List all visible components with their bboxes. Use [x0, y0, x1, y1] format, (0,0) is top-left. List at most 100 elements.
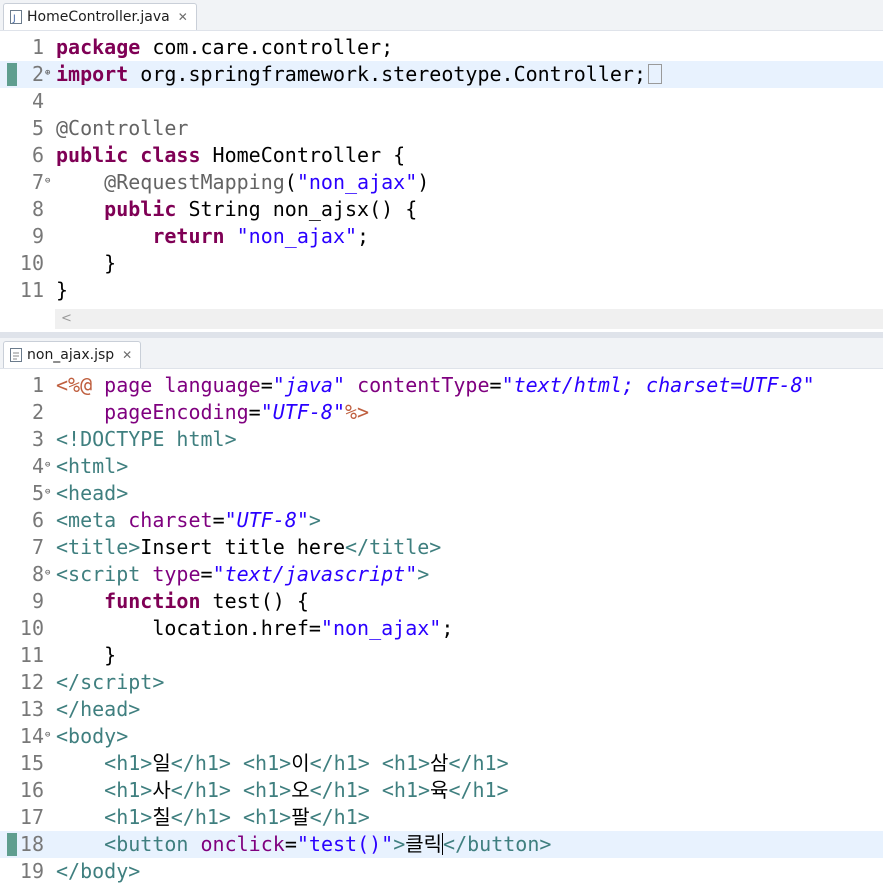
code-text[interactable]: <h1>일</h1> <h1>이</h1> <h1>삼</h1>: [56, 750, 508, 777]
code-text[interactable]: package com.care.controller;: [56, 34, 393, 61]
scroll-left-icon[interactable]: <: [61, 309, 72, 329]
line-number: 2: [31, 62, 44, 86]
code-line[interactable]: 9 function test() {: [0, 588, 883, 615]
code-text[interactable]: </head>: [56, 696, 140, 723]
line-number: 10: [19, 616, 44, 640]
code-text[interactable]: <meta charset="UTF-8">: [56, 507, 321, 534]
fold-collapse-icon[interactable]: ⊖: [45, 561, 50, 585]
fold-collapse-icon[interactable]: ⊖: [45, 723, 50, 747]
code-line[interactable]: 7 <title>Insert title here</title>: [0, 534, 883, 561]
code-line[interactable]: 10 location.href="non_ajax";: [0, 615, 883, 642]
code-text[interactable]: <head>: [56, 480, 128, 507]
code-text[interactable]: <h1>칠</h1> <h1>팔</h1>: [56, 804, 370, 831]
code-line[interactable]: 8 ⊖ <script type="text/javascript">: [0, 561, 883, 588]
code-text[interactable]: }: [56, 277, 68, 304]
code-line[interactable]: 4: [0, 88, 883, 115]
code-line[interactable]: 11}: [0, 277, 883, 304]
java-file-icon: J: [10, 10, 22, 24]
code-text[interactable]: </body>: [56, 858, 140, 885]
code-text[interactable]: </script>: [56, 669, 164, 696]
line-number: 8: [31, 197, 44, 221]
code-text[interactable]: }: [56, 642, 116, 669]
line-number: 10: [19, 251, 44, 275]
code-line[interactable]: 4 ⊖ <html>: [0, 453, 883, 480]
code-text[interactable]: <h1>사</h1> <h1>오</h1> <h1>육</h1>: [56, 777, 508, 804]
jsp-code-area[interactable]: 1 <%@ page language="java" contentType="t…: [0, 372, 883, 885]
code-line[interactable]: 8 public String non_ajsx() {: [0, 196, 883, 223]
code-text[interactable]: <title>Insert title here</title>: [56, 534, 441, 561]
code-text[interactable]: return "non_ajax";: [56, 223, 369, 250]
tab-title: HomeController.java: [27, 9, 170, 25]
code-line[interactable]: 13 </head>: [0, 696, 883, 723]
code-line[interactable]: 6 <meta charset="UTF-8">: [0, 507, 883, 534]
java-editor-pane: J HomeController.java ✕ 1 package com.car…: [0, 0, 883, 332]
line-number: 18: [19, 832, 44, 856]
line-number: 5: [31, 481, 44, 505]
code-text[interactable]: import org.springframework.stereotype.Co…: [56, 61, 663, 88]
code-line[interactable]: 1 <%@ page language="java" contentType="t…: [0, 372, 883, 399]
line-number: 4: [31, 89, 44, 113]
code-text[interactable]: <body>: [56, 723, 128, 750]
code-text[interactable]: function test() {: [56, 588, 309, 615]
fold-collapse-icon[interactable]: ⊖: [45, 480, 50, 504]
code-text[interactable]: @Controller: [56, 115, 188, 142]
code-line[interactable]: 16 <h1>사</h1> <h1>오</h1> <h1>육</h1>: [0, 777, 883, 804]
code-line[interactable]: 19 </body>: [0, 858, 883, 885]
jsp-editor-pane: non_ajax.jsp ✕ 1 <%@ page language="java"…: [0, 338, 883, 887]
tab-non-ajax-jsp[interactable]: non_ajax.jsp ✕: [3, 341, 142, 368]
code-line[interactable]: 3 <!DOCTYPE html>: [0, 426, 883, 453]
code-line[interactable]: 5 ⊖ <head>: [0, 480, 883, 507]
line-number: 11: [19, 278, 44, 302]
line-number: 9: [31, 589, 44, 613]
line-number: 16: [19, 778, 44, 802]
line-number: 13: [19, 697, 44, 721]
code-text[interactable]: pageEncoding="UTF-8"%>: [56, 399, 369, 426]
line-number: 14: [19, 724, 44, 748]
code-line[interactable]: 2 pageEncoding="UTF-8"%>: [0, 399, 883, 426]
tab-title: non_ajax.jsp: [27, 347, 115, 363]
line-number: 12: [19, 670, 44, 694]
line-number: 6: [31, 508, 44, 532]
code-line[interactable]: 14 ⊖ <body>: [0, 723, 883, 750]
jsp-editor-tabbar: non_ajax.jsp ✕: [0, 338, 883, 369]
code-text[interactable]: <script type="text/javascript">: [56, 561, 429, 588]
line-number: 1: [31, 35, 44, 59]
tab-homecontroller-java[interactable]: J HomeController.java ✕: [3, 3, 197, 30]
code-text[interactable]: public class HomeController {: [56, 142, 405, 169]
line-number: 2: [31, 400, 44, 424]
line-number: 19: [19, 859, 44, 883]
code-line[interactable]: 6 public class HomeController {: [0, 142, 883, 169]
close-icon[interactable]: ✕: [122, 348, 132, 362]
fold-expand-icon[interactable]: ⊕: [45, 61, 50, 85]
code-line[interactable]: 9 return "non_ajax";: [0, 223, 883, 250]
code-text[interactable]: }: [56, 250, 116, 277]
fold-collapse-icon[interactable]: ⊖: [45, 169, 50, 193]
code-line[interactable]: 15 <h1>일</h1> <h1>이</h1> <h1>삼</h1>: [0, 750, 883, 777]
code-line[interactable]: 5 @Controller: [0, 115, 883, 142]
line-number: 3: [31, 427, 44, 451]
code-text[interactable]: <html>: [56, 453, 128, 480]
code-line[interactable]: 17 <h1>칠</h1> <h1>팔</h1>: [0, 804, 883, 831]
line-number: 17: [19, 805, 44, 829]
code-line[interactable]: 12 </script>: [0, 669, 883, 696]
fold-collapse-icon[interactable]: ⊖: [45, 453, 50, 477]
line-number: 7: [31, 170, 44, 194]
line-number: 11: [19, 643, 44, 667]
code-line[interactable]: 11 }: [0, 642, 883, 669]
code-line[interactable]: 7 ⊖ @RequestMapping("non_ajax"): [0, 169, 883, 196]
code-text[interactable]: @RequestMapping("non_ajax"): [56, 169, 429, 196]
code-line[interactable]: 1 package com.care.controller;: [0, 34, 883, 61]
code-line[interactable]: 10 }: [0, 250, 883, 277]
horizontal-scrollbar[interactable]: <: [55, 309, 883, 329]
svg-text:J: J: [12, 14, 16, 24]
jsp-file-icon: [10, 348, 22, 362]
code-line[interactable]: 2 ⊕ import org.springframework.stereotype.…: [0, 61, 883, 88]
code-text[interactable]: public String non_ajsx() {: [56, 196, 417, 223]
java-code-area[interactable]: 1 package com.care.controller; 2 ⊕ import or…: [0, 34, 883, 304]
code-line[interactable]: 18 <button onclick="test()">클릭</button>: [0, 831, 883, 858]
close-icon[interactable]: ✕: [178, 10, 188, 24]
code-text[interactable]: <button onclick="test()">클릭</button>: [56, 831, 551, 858]
code-text[interactable]: <%@ page language="java" contentType="te…: [56, 372, 815, 399]
code-text[interactable]: location.href="non_ajax";: [56, 615, 453, 642]
code-text[interactable]: <!DOCTYPE html>: [56, 426, 237, 453]
